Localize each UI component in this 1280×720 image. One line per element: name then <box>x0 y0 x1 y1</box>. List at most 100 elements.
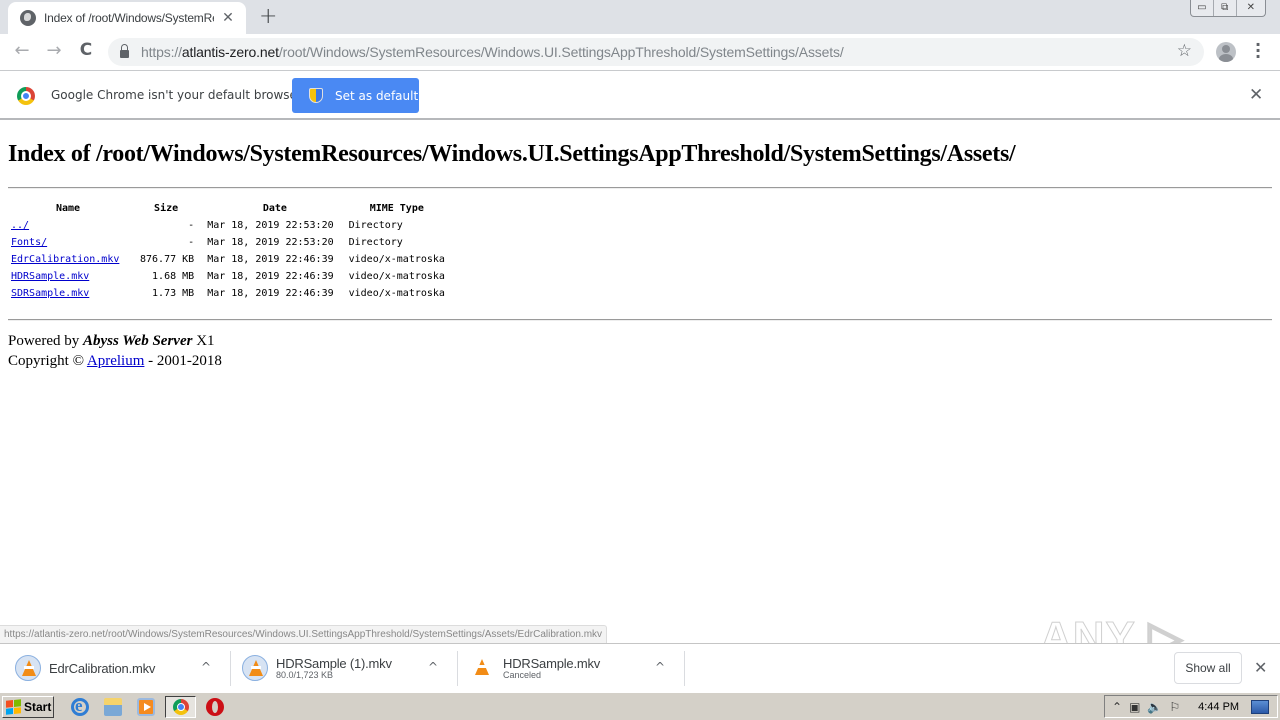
download-menu-chevron-icon[interactable]: ^ <box>655 660 665 674</box>
start-button[interactable]: Start <box>2 696 54 718</box>
internet-explorer-icon[interactable] <box>71 696 89 716</box>
copyright-label: Copyright © <box>8 353 87 369</box>
copyright-line: Copyright © Aprelium - 2001-2018 <box>8 351 1272 371</box>
download-item[interactable]: HDRSample (1).mkv 80.0/1,723 KB ^ <box>242 644 447 692</box>
chrome-icon <box>173 699 189 715</box>
file-explorer-icon[interactable] <box>104 698 122 716</box>
listing-header-row: Name Size Date MIME Type <box>8 200 448 217</box>
column-header-mime: MIME Type <box>369 203 424 214</box>
system-tray: ⌃ ▣ 🔈 ⚐ 4:44 PM <box>1104 695 1278 718</box>
download-item[interactable]: HDRSample.mkv Canceled ^ <box>469 644 674 692</box>
download-filename: HDRSample (1).mkv <box>276 656 392 671</box>
table-row: EdrCalibration.mkv 876.77 KB Mar 18, 201… <box>8 251 448 268</box>
divider-bottom <box>8 319 1272 321</box>
forward-button[interactable]: → <box>42 40 66 61</box>
file-mime: video/x-matroska <box>348 254 445 265</box>
show-all-downloads-button[interactable]: Show all <box>1174 652 1242 684</box>
uac-shield-icon <box>309 88 323 103</box>
powered-by-line: Powered by Abyss Web Server X1 <box>8 331 1272 351</box>
directory-listing: Name Size Date MIME Type ../ - Mar 18, 2… <box>8 200 448 302</box>
page-content: Index of /root/Windows/SystemResources/W… <box>8 122 1272 371</box>
file-link[interactable]: ../ <box>11 220 29 231</box>
page-title: Index of /root/Windows/SystemResources/W… <box>8 141 1016 167</box>
url-scheme: https:// <box>141 44 182 60</box>
file-date: Mar 18, 2019 22:46:39 <box>207 271 334 282</box>
tab-title: Index of /root/Windows/SystemResources/W… <box>44 11 214 25</box>
windows-taskbar: Start ⌃ ▣ 🔈 ⚐ 4:44 PM <box>0 692 1280 720</box>
chrome-menu-icon[interactable]: · · · <box>1254 37 1262 65</box>
browser-toolbar: ← → C https://atlantis-zero.net/root/Win… <box>0 34 1280 71</box>
download-shelf-close-icon[interactable]: ✕ <box>1254 658 1267 677</box>
file-link[interactable]: Fonts/ <box>11 237 47 248</box>
file-link[interactable]: HDRSample.mkv <box>11 271 89 282</box>
column-header-name: Name <box>55 203 81 214</box>
server-name: Abyss Web Server <box>83 333 193 349</box>
opera-icon[interactable] <box>206 698 224 716</box>
table-row: SDRSample.mkv 1.73 MB Mar 18, 2019 22:46… <box>8 285 448 302</box>
file-size: 876.77 KB <box>140 254 195 265</box>
vlc-file-icon <box>469 655 495 681</box>
divider-top <box>8 187 1272 189</box>
table-row: ../ - Mar 18, 2019 22:53:20 Directory <box>8 217 448 234</box>
download-filename: EdrCalibration.mkv <box>49 660 156 676</box>
file-size: - <box>188 237 195 248</box>
default-browser-infobar: Google Chrome isn't your default browser… <box>0 72 1280 120</box>
media-player-icon[interactable] <box>137 698 155 716</box>
table-row: Fonts/ - Mar 18, 2019 22:53:20 Directory <box>8 234 448 251</box>
lock-icon[interactable] <box>120 44 129 58</box>
server-version: X1 <box>192 333 215 349</box>
table-row: HDRSample.mkv 1.68 MB Mar 18, 2019 22:46… <box>8 268 448 285</box>
tray-expand-icon[interactable]: ⌃ <box>1112 700 1122 714</box>
file-link[interactable]: SDRSample.mkv <box>11 288 89 299</box>
copyright-years: - 2001-2018 <box>144 353 222 369</box>
volume-icon[interactable]: 🔈 <box>1147 700 1162 714</box>
column-header-date: Date <box>262 203 287 214</box>
vlc-file-icon <box>15 655 41 681</box>
file-date: Mar 18, 2019 22:46:39 <box>207 254 334 265</box>
file-mime: Directory <box>348 220 403 231</box>
action-center-flag-icon[interactable]: ⚐ <box>1169 700 1180 714</box>
file-date: Mar 18, 2019 22:53:20 <box>207 237 334 248</box>
chrome-logo-icon <box>17 87 35 105</box>
url-text[interactable]: https://atlantis-zero.net/root/Windows/S… <box>141 44 844 60</box>
windows-logo-icon <box>6 699 21 715</box>
tab-close-icon[interactable]: ✕ <box>220 10 236 26</box>
file-size: 1.73 MB <box>152 288 195 299</box>
address-bar[interactable]: https://atlantis-zero.net/root/Windows/S… <box>108 38 1204 66</box>
aprelium-link[interactable]: Aprelium <box>87 353 145 369</box>
download-status: Canceled <box>503 670 542 680</box>
url-host: atlantis-zero.net <box>181 44 279 60</box>
reload-button[interactable]: C <box>74 40 98 60</box>
infobar-message: Google Chrome isn't your default browser <box>51 88 302 102</box>
file-mime: video/x-matroska <box>348 288 445 299</box>
file-mime: video/x-matroska <box>348 271 445 282</box>
infobar-close-icon[interactable]: ✕ <box>1249 85 1263 105</box>
link-status-bubble: https://atlantis-zero.net/root/Windows/S… <box>0 625 608 643</box>
restore-button[interactable]: ⧉ <box>1214 0 1237 16</box>
show-desktop-icon[interactable] <box>1251 699 1270 714</box>
download-item[interactable]: EdrCalibration.mkv ^ <box>15 644 220 692</box>
tab-strip: Index of /root/Windows/SystemResources/W… <box>0 0 1280 34</box>
back-button[interactable]: ← <box>10 40 34 61</box>
window-close-button[interactable]: ✕ <box>1237 0 1265 16</box>
browser-tab-active[interactable]: Index of /root/Windows/SystemResources/W… <box>8 2 246 34</box>
file-link[interactable]: EdrCalibration.mkv <box>11 254 119 265</box>
file-size: - <box>188 220 195 231</box>
new-tab-button[interactable]: + <box>259 4 277 29</box>
download-menu-chevron-icon[interactable]: ^ <box>201 660 211 674</box>
taskbar-chrome-button[interactable] <box>165 696 196 718</box>
download-menu-chevron-icon[interactable]: ^ <box>428 660 438 674</box>
download-shelf: EdrCalibration.mkv ^ HDRSample (1).mkv 8… <box>0 643 1280 692</box>
file-date: Mar 18, 2019 22:46:39 <box>207 288 334 299</box>
network-warning-icon[interactable]: ▣ <box>1129 700 1140 714</box>
clock[interactable]: 4:44 PM <box>1198 701 1239 713</box>
download-filename: HDRSample.mkv <box>503 656 601 671</box>
profile-avatar-icon[interactable] <box>1216 42 1236 62</box>
set-as-default-label: Set as default <box>335 88 419 103</box>
bookmark-star-icon[interactable]: ☆ <box>1177 41 1192 61</box>
window-controls: ▭ ⧉ ✕ <box>1190 0 1266 17</box>
set-as-default-button[interactable]: Set as default <box>292 78 419 113</box>
globe-icon <box>20 10 36 26</box>
minimize-button[interactable]: ▭ <box>1191 0 1214 16</box>
download-separator <box>457 651 458 686</box>
